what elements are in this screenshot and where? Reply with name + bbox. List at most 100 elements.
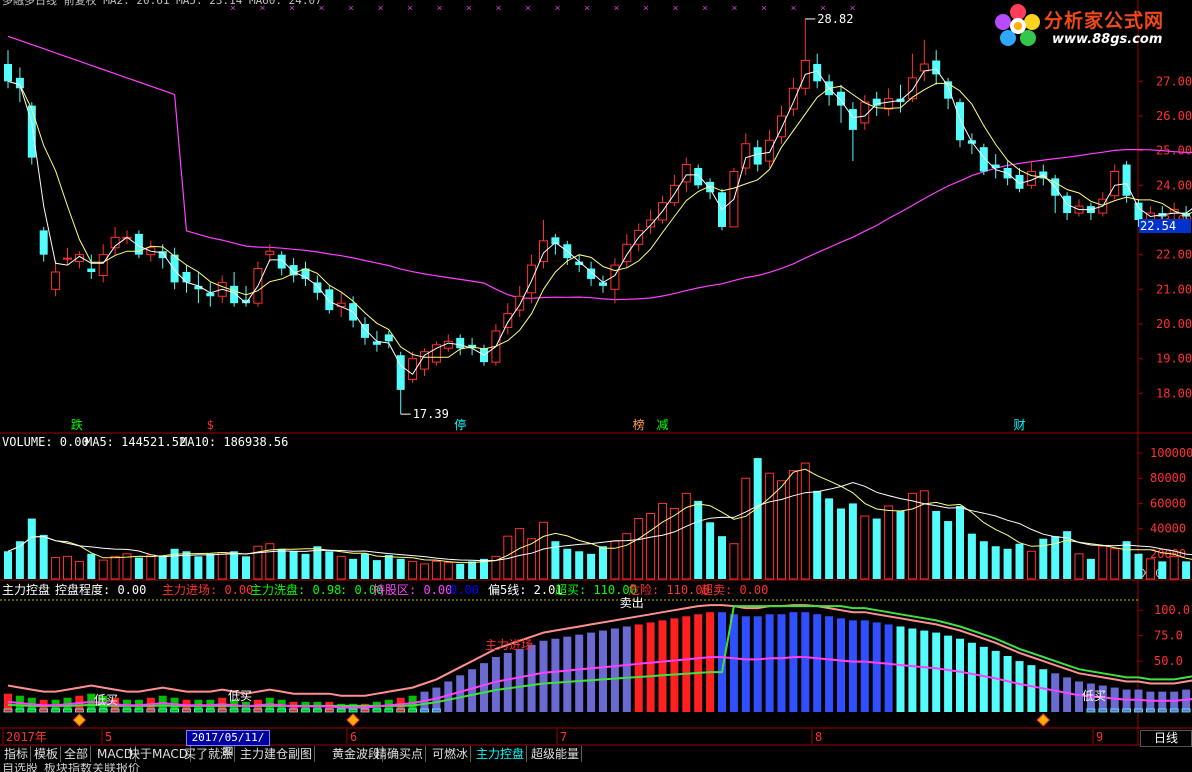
top-marker-x: × xyxy=(554,3,560,14)
top-marker-x: × xyxy=(377,3,383,14)
indicator-bar xyxy=(551,638,560,712)
low-annotation: 17.39 xyxy=(413,407,449,421)
price-axis-label: 19.00 xyxy=(1156,352,1192,366)
candle-down xyxy=(753,147,762,165)
volume-bar-down xyxy=(848,503,857,579)
indicator-axis-label: 50.0 xyxy=(1154,654,1183,668)
indicator-tab[interactable]: 模板 xyxy=(32,746,62,762)
buy-signal-label: 低买 xyxy=(94,693,118,707)
volume-bar-up xyxy=(51,557,61,580)
volume-bar-down xyxy=(1158,561,1167,579)
top-marker-x: × xyxy=(702,3,708,14)
event-marker: 榜 xyxy=(633,417,645,432)
candle-down xyxy=(325,289,334,311)
volume-bar-up xyxy=(1169,555,1179,580)
indicator-bar xyxy=(480,663,488,712)
indicator-bar xyxy=(908,628,917,712)
indicator-bar xyxy=(694,614,703,712)
logo-url: www.88gs.com xyxy=(1052,32,1163,47)
bottom-item-sector-index[interactable]: 板块指数 xyxy=(44,763,92,772)
top-info-text: 多融多日线 前复权 MA2: 20.61 MA5: 23.14 MA60: 24… xyxy=(2,0,322,7)
event-marker: 财 xyxy=(1013,418,1025,432)
volume-bar-down xyxy=(1182,561,1191,579)
volume-bar-up xyxy=(669,507,679,580)
indicator-bar xyxy=(1003,656,1012,712)
candle-down xyxy=(456,337,465,349)
volume-bar-up xyxy=(1145,558,1155,580)
indicator-bar xyxy=(456,675,465,712)
volume-bar-up xyxy=(610,540,620,580)
indicator-bar xyxy=(1051,673,1060,712)
time-axis-label: 9 xyxy=(1096,730,1103,744)
volume-bar-down xyxy=(932,510,941,579)
indicator-header-item: 控盘程度: 0.00 xyxy=(55,583,147,597)
candle-down xyxy=(848,109,857,130)
indicator-bar xyxy=(515,648,524,712)
indicator-tab[interactable]: 超级能量 xyxy=(529,746,583,762)
volume-bar-down xyxy=(158,556,167,579)
candle-down xyxy=(277,254,286,269)
warning-diamond-icon xyxy=(72,713,87,727)
indicator-tab[interactable]: 指标 xyxy=(2,746,32,762)
volume-bar-down xyxy=(587,553,596,579)
indicator-bar xyxy=(872,622,881,712)
indicator-bar xyxy=(575,634,584,712)
top-marker-x: × xyxy=(613,3,619,14)
time-axis-label: 2017年 xyxy=(6,730,47,744)
indicator-tab-bar: 指标 模板 全部 MACD 快于MACD 买了就涨 主力建仓副图 黄金波段 精确买点 可燃冰 主力控… xyxy=(0,746,1192,762)
period-button[interactable]: 日线 xyxy=(1140,730,1192,747)
volume-bar-up xyxy=(1026,550,1036,580)
price-axis-label: 18.00 xyxy=(1156,386,1192,400)
volume-bar-down xyxy=(979,541,988,579)
indicator-bar xyxy=(777,614,786,712)
top-marker-x: × xyxy=(761,3,767,14)
indicator-tab[interactable]: 可燃冰 xyxy=(430,746,472,762)
indicator-bar xyxy=(1039,669,1048,712)
indicator-tab[interactable]: 买了就涨 xyxy=(182,746,236,762)
top-marker-x: × xyxy=(731,3,737,14)
candle-up xyxy=(265,250,275,256)
buy-signal-label: 低买 xyxy=(228,689,252,703)
indicator-tab[interactable]: 主力控盘 xyxy=(474,746,528,762)
price-axis-label: 20.00 xyxy=(1156,317,1192,331)
indicator-bar xyxy=(682,616,691,712)
volume-bar-down xyxy=(1015,543,1024,579)
volume-bar-up xyxy=(74,560,84,580)
time-axis-label: 5 xyxy=(105,730,112,744)
volume-bar-up xyxy=(800,462,810,580)
indicator-tab[interactable]: 精确买点 xyxy=(373,746,427,762)
volume-bar-down xyxy=(872,518,881,579)
bottom-item-watchlist[interactable]: 自选股 xyxy=(2,763,38,772)
site-logo: 分析家公式网 www.88gs.com xyxy=(992,2,1188,52)
candle-down xyxy=(384,334,393,342)
volume-bar-down xyxy=(563,548,572,579)
bottom-item-related-quote[interactable]: 关联报价 xyxy=(92,763,140,772)
top-marker-x: × xyxy=(466,3,472,14)
candle-down xyxy=(4,64,12,82)
indicator-bar xyxy=(539,640,548,712)
volume-bar-down xyxy=(837,508,845,579)
candle-down xyxy=(837,91,845,106)
indicator-header-item: 主力洗盘: 0.98 xyxy=(250,583,342,597)
volume-bar-up xyxy=(265,543,275,580)
volume-bar-up xyxy=(741,477,751,580)
ma60-line xyxy=(7,35,1192,301)
buy-signal-label: 低买 xyxy=(1082,689,1106,703)
main-force-enter-label: 主力进场 xyxy=(485,638,533,652)
volume-bar-up xyxy=(860,515,870,580)
volume-bar-up xyxy=(63,555,72,580)
volume-bar-down xyxy=(825,498,834,579)
top-marker-x: × xyxy=(672,3,678,14)
indicator-tab[interactable]: 主力建仓副图 xyxy=(238,746,316,762)
volume-bar-up xyxy=(765,472,775,580)
indicator-bar xyxy=(503,652,512,712)
volume-bar-up xyxy=(146,554,156,580)
volume-axis-label: 40000 xyxy=(1150,522,1186,536)
volume-bar-up xyxy=(658,502,667,580)
volume-bar-down xyxy=(1086,558,1095,579)
indicator-header-item: 偏5线: 2.01 xyxy=(488,583,563,597)
top-marker-x: × xyxy=(436,3,442,14)
indicator-tab[interactable]: 全部 xyxy=(62,746,92,762)
chart-canvas[interactable]: × × × × × × × × × × × × × × × × × × × × × ×27.0026.0025.0024.… xyxy=(0,0,1192,772)
volume-bar-up xyxy=(336,555,346,580)
